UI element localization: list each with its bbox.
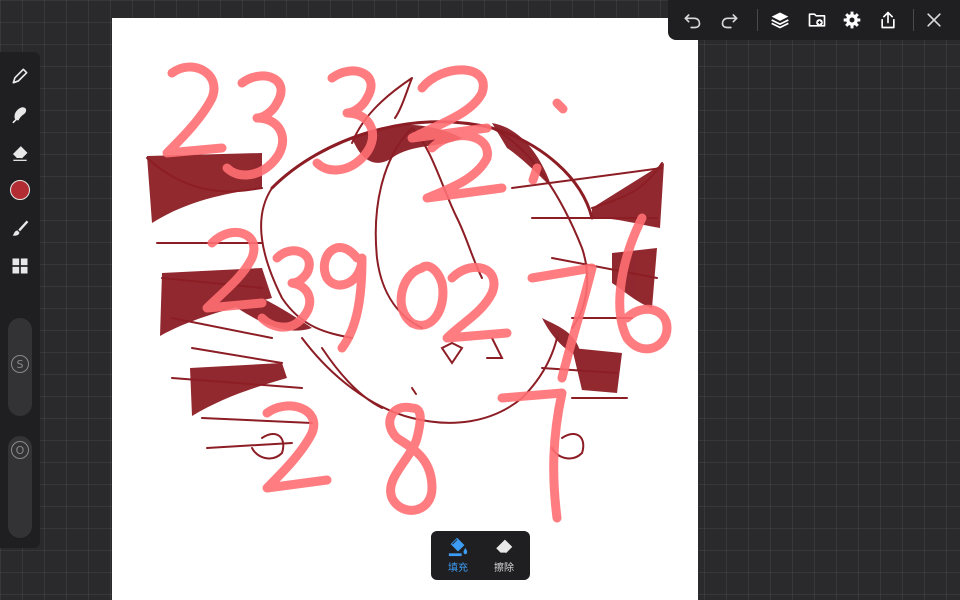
fill-label: 填充: [448, 563, 468, 574]
toolbar-divider: [913, 9, 914, 31]
fill-erase-panel: 填充 擦除: [431, 531, 530, 580]
paint-bucket-icon: [448, 537, 468, 557]
opacity-slider-label: O: [11, 441, 29, 459]
share-button[interactable]: [876, 8, 900, 32]
redo-icon: [721, 14, 738, 29]
size-slider-knob[interactable]: S: [8, 352, 32, 376]
import-button[interactable]: [805, 8, 829, 32]
import-icon: [808, 13, 826, 27]
eraser-tool-button[interactable]: [8, 140, 32, 164]
brush-icon: [12, 220, 29, 236]
undo-button[interactable]: [680, 8, 704, 32]
layers-icon: [771, 12, 789, 29]
pen-tool-button[interactable]: [8, 64, 32, 88]
grid-icon: [12, 258, 28, 274]
layers-button[interactable]: [768, 8, 792, 32]
close-icon: [927, 13, 941, 27]
drawing-canvas[interactable]: [112, 18, 698, 600]
smudge-tool-button[interactable]: [8, 102, 32, 126]
close-button[interactable]: [922, 8, 946, 32]
gear-icon: [843, 11, 861, 29]
eraser-icon: [495, 539, 513, 555]
color-picker-button[interactable]: [10, 180, 30, 200]
smudge-icon: [12, 107, 27, 124]
layout-tool-button[interactable]: [8, 254, 32, 278]
top-toolbar: [668, 0, 960, 40]
erase-button[interactable]: 擦除: [482, 535, 526, 577]
share-icon: [881, 11, 895, 29]
left-toolbar: S O: [0, 52, 40, 548]
opacity-slider-knob[interactable]: O: [8, 438, 32, 462]
size-slider[interactable]: S: [8, 318, 32, 416]
eraser-icon: [12, 146, 28, 161]
erase-label: 擦除: [494, 563, 514, 574]
settings-button[interactable]: [840, 8, 864, 32]
pen-icon: [12, 68, 28, 84]
undo-icon: [684, 14, 701, 29]
redo-button[interactable]: [718, 8, 742, 32]
toolbar-divider: [757, 9, 758, 31]
size-slider-label: S: [11, 355, 29, 373]
fill-button[interactable]: 填充: [436, 535, 480, 577]
opacity-slider[interactable]: O: [8, 436, 32, 538]
brush-settings-button[interactable]: [8, 216, 32, 240]
artwork: [146, 62, 672, 523]
